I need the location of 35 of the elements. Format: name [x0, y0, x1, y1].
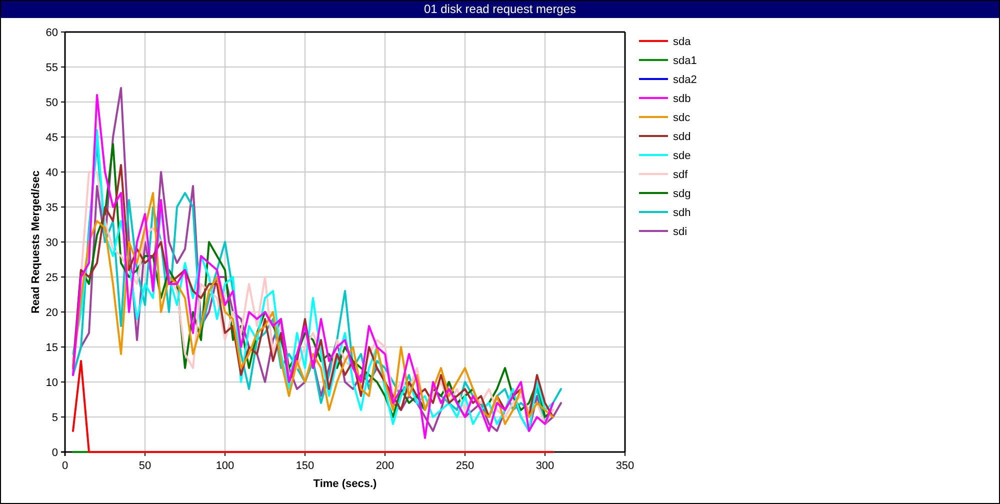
axis-title: Time (secs.) — [313, 478, 377, 490]
legend-label: sdg — [673, 188, 691, 200]
chart-title: 01 disk read request merges — [424, 2, 576, 16]
axis-tick-label: 50 — [46, 97, 58, 109]
axis-tick-label: 350 — [616, 460, 634, 472]
axis-tick-label: 35 — [46, 202, 58, 214]
axis-tick-label: 200 — [376, 460, 394, 472]
axis-tick-label: 0 — [52, 447, 58, 459]
axis-tick-label: 250 — [456, 460, 474, 472]
axis-tick-label: 15 — [46, 342, 58, 354]
legend-label: sda2 — [673, 74, 697, 86]
axis-tick-label: 100 — [216, 460, 234, 472]
axis-tick-label: 60 — [46, 27, 58, 39]
axis-tick-label: 55 — [46, 62, 58, 74]
axis-tick-label: 150 — [296, 460, 314, 472]
legend-label: sdd — [673, 131, 691, 143]
axis-tick-label: 10 — [46, 377, 58, 389]
legend-label: sdf — [673, 169, 688, 181]
axis-tick-label: 0 — [62, 460, 68, 472]
legend-label: sdh — [673, 207, 691, 219]
axis-tick-label: 45 — [46, 132, 58, 144]
legend-label: sde — [673, 150, 691, 162]
axis-title: Read Requests Merged/sec — [30, 170, 42, 314]
legend-label: sdc — [673, 112, 690, 124]
axis-tick-label: 25 — [46, 272, 58, 284]
axis-tick-label: 30 — [46, 237, 58, 249]
axis-tick-label: 50 — [138, 460, 152, 472]
legend-label: sdb — [673, 93, 691, 105]
axis-tick-label: 40 — [46, 167, 58, 179]
legend-label: sda1 — [673, 55, 697, 67]
axis-tick-label: 5 — [52, 412, 58, 424]
legend-label: sda — [673, 36, 691, 48]
axis-tick-label: 20 — [46, 307, 58, 319]
legend-label: sdi — [673, 226, 688, 238]
axis-tick-label: 300 — [536, 460, 554, 472]
